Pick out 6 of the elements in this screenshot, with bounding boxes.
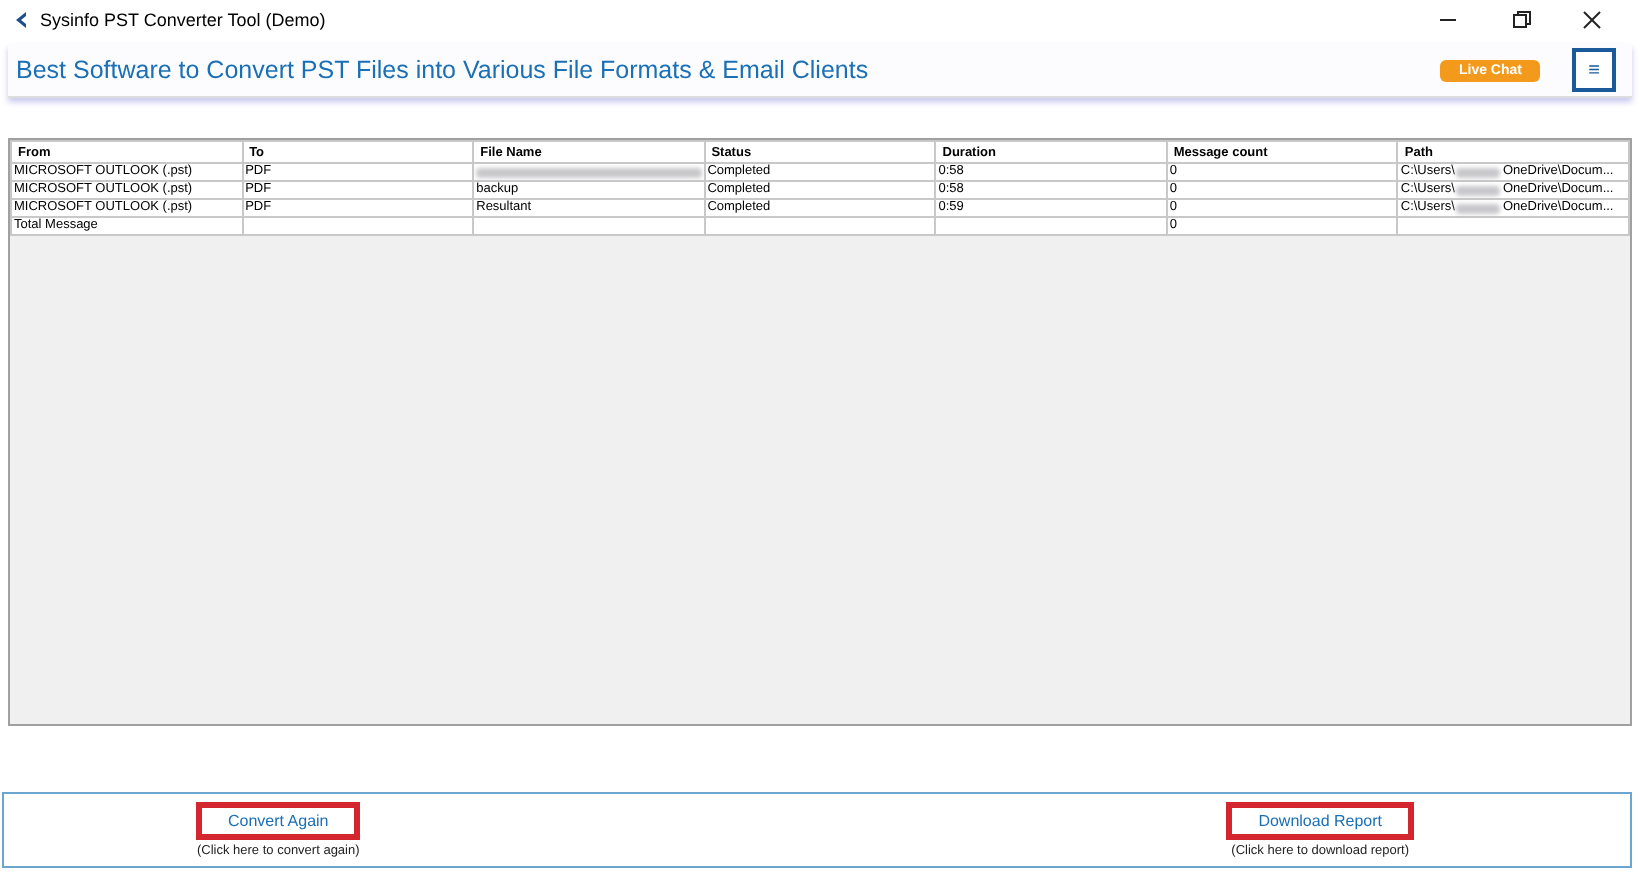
action-button[interactable]: Convert Again — [196, 802, 361, 840]
app-logo-icon — [12, 10, 30, 30]
menu-button[interactable]: ≡ — [1572, 48, 1616, 92]
action-button[interactable]: Download Report — [1226, 802, 1414, 840]
window-title: Sysinfo PST Converter Tool (Demo) — [40, 10, 328, 30]
headline: Best Software to Convert PST Files into Various File Formats & Email Clients — [16, 56, 871, 84]
